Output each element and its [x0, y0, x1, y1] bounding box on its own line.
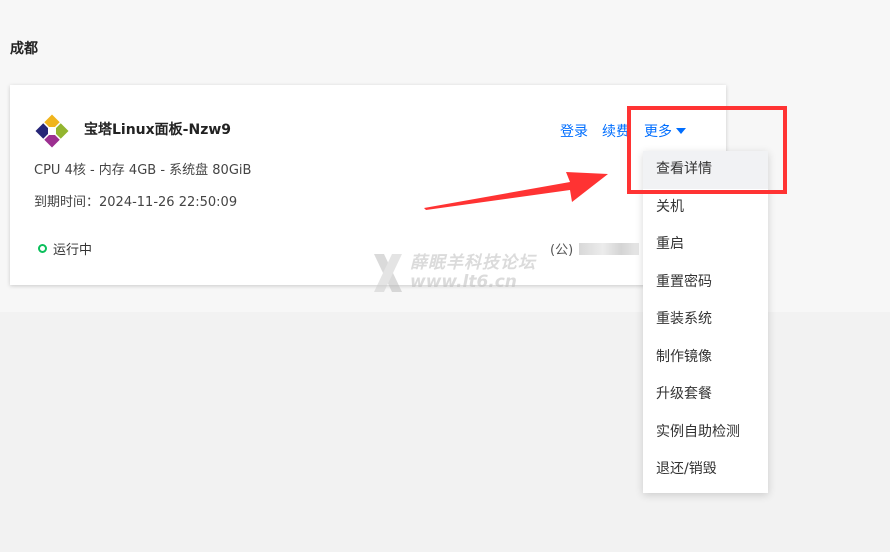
login-button[interactable]: 登录 — [560, 121, 588, 141]
status-indicator: 运行中 — [38, 239, 92, 258]
watermark-title: 薛眠羊科技论坛 — [410, 253, 536, 274]
status-circle-icon — [38, 244, 47, 253]
menu-item-reinstall-system[interactable]: 重装系统 — [643, 301, 768, 339]
annotation-highlight-box — [627, 106, 787, 194]
watermark-url: www.lt6.cn — [410, 272, 517, 292]
bt-panel-logo-icon — [35, 114, 69, 148]
menu-item-upgrade-plan[interactable]: 升级套餐 — [643, 376, 768, 414]
server-name[interactable]: 宝塔Linux面板-Nzw9 — [84, 119, 231, 139]
menu-item-shutdown[interactable]: 关机 — [643, 189, 768, 227]
expire-value: 2024-11-26 22:50:09 — [99, 195, 238, 210]
annotation-arrow-icon — [424, 172, 608, 210]
menu-item-return-destroy[interactable]: 退还/销毁 — [643, 451, 768, 489]
ip-redacted — [579, 242, 640, 255]
watermark: 薛眠羊科技论坛 www.lt6.cn — [370, 250, 536, 296]
status-label: 运行中 — [53, 243, 93, 258]
watermark-logo-icon — [374, 254, 402, 292]
server-spec: CPU 4核 - 内存 4GB - 系统盘 80GiB — [34, 163, 252, 178]
renew-button[interactable]: 续费 — [602, 121, 630, 141]
expire-label: 到期时间： — [34, 195, 100, 210]
expire-time: 到期时间：2024-11-26 22:50:09 — [34, 191, 237, 210]
region-title: 成都 — [10, 41, 38, 57]
menu-item-reset-password[interactable]: 重置密码 — [643, 264, 768, 302]
menu-item-self-check[interactable]: 实例自助检测 — [643, 414, 768, 452]
ip-prefix: (公) — [550, 243, 574, 258]
public-ip: (公) — [550, 239, 640, 258]
menu-item-restart[interactable]: 重启 — [643, 226, 768, 264]
menu-item-create-image[interactable]: 制作镜像 — [643, 339, 768, 377]
more-dropdown-menu: 查看详情 关机 重启 重置密码 重装系统 制作镜像 升级套餐 实例自助检测 退还… — [643, 151, 768, 493]
